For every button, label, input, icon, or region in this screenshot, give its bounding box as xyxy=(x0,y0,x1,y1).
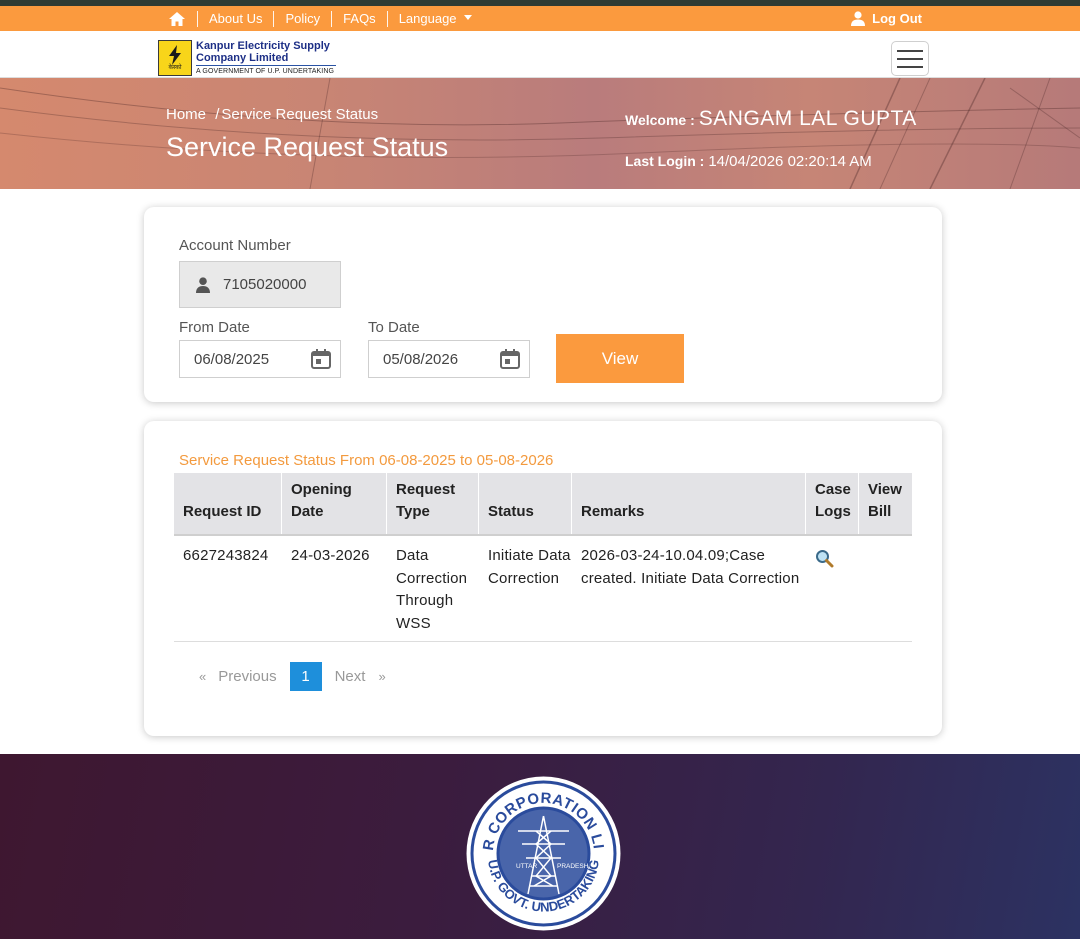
faqs-link[interactable]: FAQs xyxy=(343,11,376,26)
policy-link[interactable]: Policy xyxy=(285,11,320,26)
search-form-card: Account Number 7105020000 From Date 06/0… xyxy=(144,207,942,402)
column-header: Remarks xyxy=(572,473,806,534)
column-header: Opening Date xyxy=(282,473,387,534)
nav-divider xyxy=(386,10,388,27)
lightning-logo-icon: केस्को xyxy=(158,40,192,76)
breadcrumb: Home / Service Request Status xyxy=(166,106,378,123)
last-login-value: 14/04/2026 02:20:14 AM xyxy=(708,153,872,170)
column-header: Request Type xyxy=(387,473,479,534)
pager-next[interactable]: Next xyxy=(335,668,366,685)
breadcrumb-separator: / xyxy=(215,106,220,123)
column-header: Case Logs xyxy=(806,473,859,534)
logo-divider xyxy=(196,65,336,66)
from-date-value: 06/08/2025 xyxy=(194,350,270,368)
column-header: View Bill xyxy=(868,481,902,520)
calendar-icon[interactable] xyxy=(310,348,332,370)
column-header: Request ID xyxy=(174,473,282,534)
page-title: Service Request Status xyxy=(166,132,449,162)
nav-divider xyxy=(197,10,198,27)
user-icon xyxy=(196,276,210,293)
logo-mark-text: केस्को xyxy=(168,64,182,71)
from-date-label: From Date xyxy=(179,319,250,336)
service-request-table: Request ID Opening Date Request Type Sta… xyxy=(174,473,912,642)
page-banner: Home / Service Request Status Service Req… xyxy=(0,78,1080,189)
language-label: Language xyxy=(398,11,457,26)
welcome-label: Welcome : xyxy=(625,112,695,128)
user-icon xyxy=(851,11,866,26)
logout-label: Log Out xyxy=(872,11,922,26)
results-card: Service Request Status From 06-08-2025 t… xyxy=(144,421,942,736)
to-date-input[interactable]: 05/08/2026 xyxy=(368,340,530,378)
welcome-user-name: SANGAM LAL GUPTA xyxy=(698,107,917,130)
table-row: 6627243824 24-03-2026 Data Correction Th… xyxy=(174,536,912,642)
case-logs-cell xyxy=(806,536,859,641)
magnifier-icon[interactable] xyxy=(815,549,834,568)
home-icon[interactable] xyxy=(168,11,186,27)
status-cell: Initiate Data Correction xyxy=(488,547,571,587)
view-bill-cell xyxy=(859,536,912,641)
account-number-label: Account Number xyxy=(179,237,291,254)
language-dropdown[interactable]: Language xyxy=(399,11,472,26)
seal-uttar-text: UTTAR xyxy=(516,863,537,870)
view-button[interactable]: View xyxy=(556,334,684,383)
column-header: Status xyxy=(479,473,572,534)
to-date-label: To Date xyxy=(368,319,420,336)
hamburger-line xyxy=(897,57,923,60)
account-number-field: 7105020000 xyxy=(179,261,341,308)
caret-down-icon xyxy=(463,15,472,21)
nav-divider xyxy=(331,10,333,27)
to-date-value: 05/08/2026 xyxy=(383,350,459,368)
table-header: Request ID Opening Date Request Type Sta… xyxy=(174,473,912,536)
site-header: केस्को Kanpur Electricity Supply Company… xyxy=(0,31,1080,78)
last-login-label: Last Login : xyxy=(625,153,705,169)
pagination: « Previous 1 Next » xyxy=(199,662,386,691)
hamburger-line xyxy=(897,49,923,52)
top-nav-links: About Us Policy FAQs Language xyxy=(168,6,472,31)
account-number-value: 7105020000 xyxy=(223,276,307,293)
kesco-logo[interactable]: केस्को Kanpur Electricity Supply Company… xyxy=(158,40,336,76)
logo-text: Kanpur Electricity Supply Company Limite… xyxy=(196,40,336,76)
last-login-info: Last Login : 14/04/2026 02:20:14 AM xyxy=(625,153,872,170)
request-id-cell: 6627243824 xyxy=(183,547,269,564)
request-type-cell: Data Correction Through WSS xyxy=(396,547,468,632)
from-date-input[interactable]: 06/08/2025 xyxy=(179,340,341,378)
pager-first[interactable]: « xyxy=(199,669,206,684)
about-us-link[interactable]: About Us xyxy=(209,11,262,26)
logo-tagline: A GOVERNMENT OF U.P. UNDERTAKING xyxy=(196,68,335,75)
logout-button[interactable]: Log Out xyxy=(851,6,922,31)
site-footer: POWER CORPORATION LIMITED U.P. GOVT. UND… xyxy=(0,754,1080,939)
opening-date-cell: 24-03-2026 xyxy=(291,547,370,564)
remarks-cell: 2026-03-24-10.04.09;Case created. Initia… xyxy=(581,547,800,587)
breadcrumb-current: Service Request Status xyxy=(221,106,379,123)
hamburger-line xyxy=(897,65,923,68)
pager-previous[interactable]: Previous xyxy=(218,668,276,685)
menu-toggle-button[interactable] xyxy=(891,41,929,76)
logo-name-line2: Company Limited xyxy=(196,52,289,64)
calendar-icon[interactable] xyxy=(499,348,521,370)
nav-divider xyxy=(273,10,275,27)
power-lines-decoration xyxy=(0,78,1080,189)
top-nav-bar: About Us Policy FAQs Language Log Out xyxy=(0,6,1080,31)
power-corporation-seal-logo: POWER CORPORATION LIMITED U.P. GOVT. UND… xyxy=(466,776,621,931)
welcome-info: Welcome : SANGAM LAL GUPTA xyxy=(625,107,917,131)
pager-page-current[interactable]: 1 xyxy=(289,662,322,691)
seal-pradesh-text: PRADESH xyxy=(557,863,589,870)
pager-last[interactable]: » xyxy=(378,669,385,684)
logo-name-line1: Kanpur Electricity Supply xyxy=(196,40,330,52)
breadcrumb-home-link[interactable]: Home xyxy=(166,106,206,123)
results-title: Service Request Status From 06-08-2025 t… xyxy=(179,452,554,469)
